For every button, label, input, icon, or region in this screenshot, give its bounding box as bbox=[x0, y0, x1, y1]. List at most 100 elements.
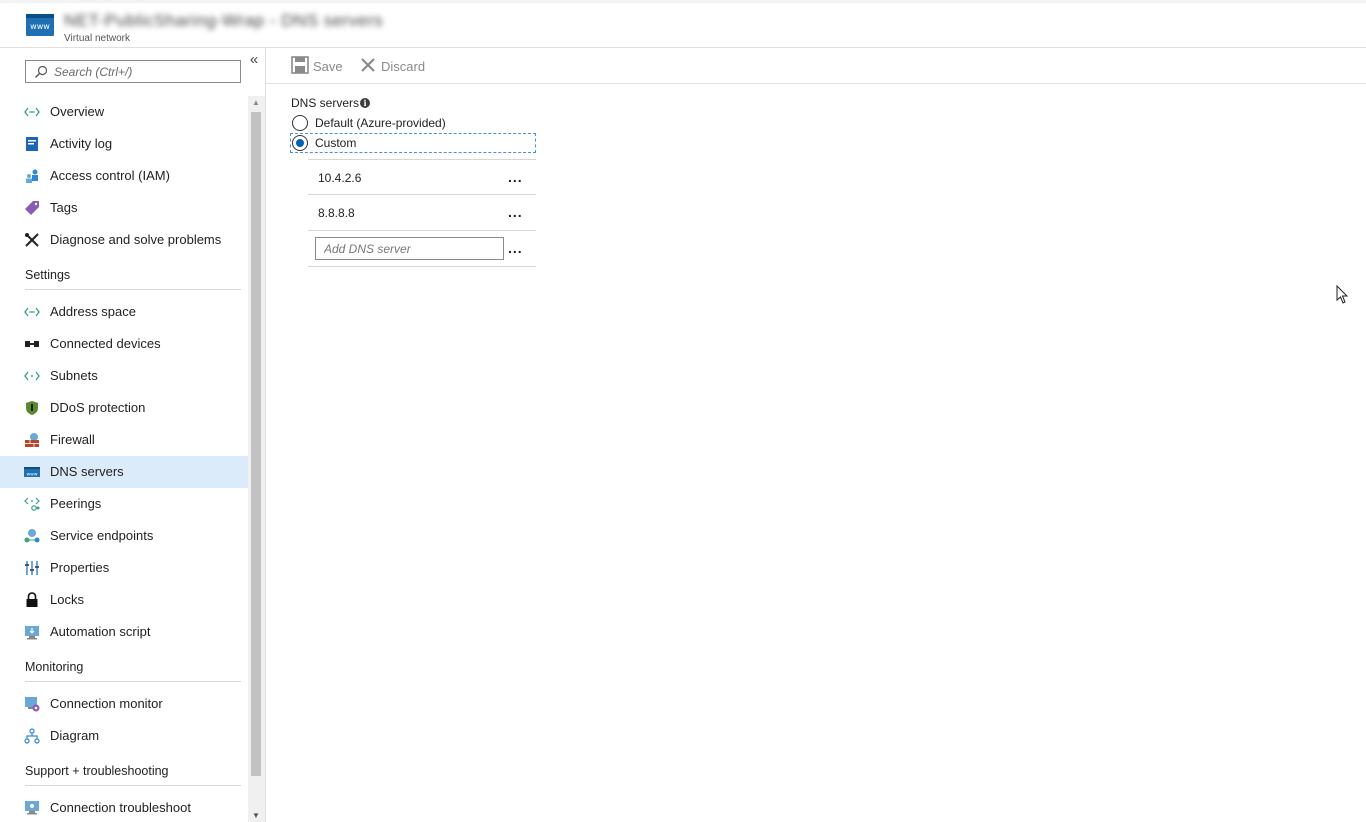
firewall-icon bbox=[25, 433, 39, 447]
discard-button[interactable]: Discard bbox=[359, 56, 425, 76]
sidebar-item-label: Diagram bbox=[50, 728, 100, 743]
section-header-settings: Settings bbox=[25, 266, 241, 290]
sidebar-item-tags[interactable]: Tags bbox=[0, 192, 248, 224]
search-icon bbox=[35, 65, 48, 78]
scroll-up-arrow-icon[interactable]: ▲ bbox=[252, 98, 260, 107]
more-options-button[interactable]: ... bbox=[508, 239, 526, 257]
sidebar-item-address-space[interactable]: Address space bbox=[0, 296, 248, 328]
section-header-label: Settings bbox=[25, 268, 71, 282]
save-icon bbox=[291, 56, 309, 74]
dns-server-list: 10.4.2.6 ... 8.8.8.8 ... ... bbox=[308, 159, 536, 267]
automation-script-icon bbox=[25, 626, 39, 640]
sidebar-item-diagnose[interactable]: Diagnose and solve problems bbox=[0, 224, 248, 256]
sidebar-item-locks[interactable]: Locks bbox=[0, 584, 248, 616]
blade-header: www NET-PublicSharing-Wrap - DNS servers… bbox=[0, 0, 1366, 48]
iam-icon bbox=[26, 169, 38, 183]
radio-circle[interactable] bbox=[292, 115, 308, 131]
menu-scrollbar[interactable]: ▲ ▼ bbox=[248, 96, 265, 822]
info-icon[interactable]: i bbox=[360, 98, 370, 108]
page-title: NET-PublicSharing-Wrap - DNS servers bbox=[64, 11, 384, 30]
diagram-icon bbox=[24, 728, 40, 744]
sidebar-item-label: Peerings bbox=[50, 496, 102, 511]
page-subtitle: Virtual network bbox=[64, 33, 130, 44]
sidebar-item-label: Service endpoints bbox=[50, 528, 154, 543]
subnets-icon bbox=[24, 371, 40, 381]
sidebar-item-label: Access control (IAM) bbox=[50, 168, 170, 183]
sidebar-item-connection-troubleshoot[interactable]: Connection troubleshoot bbox=[0, 792, 248, 822]
dns-server-value: 8.8.8.8 bbox=[318, 206, 355, 220]
peerings-icon bbox=[24, 497, 40, 511]
sidebar-item-service-endpoints[interactable]: Service endpoints bbox=[0, 520, 248, 552]
section-header-label: Support + troubleshooting bbox=[25, 764, 169, 778]
more-options-button[interactable]: ... bbox=[508, 168, 526, 186]
sidebar-item-ddos[interactable]: DDoS protection bbox=[0, 392, 248, 424]
sidebar-item-firewall[interactable]: Firewall bbox=[0, 424, 248, 456]
section-header-monitoring: Monitoring bbox=[25, 658, 241, 682]
lock-icon bbox=[26, 592, 38, 607]
sidebar-item-subnets[interactable]: Subnets bbox=[0, 360, 248, 392]
sidebar-item-label: Automation script bbox=[50, 624, 151, 639]
radio-default-azure[interactable]: Default (Azure-provided) bbox=[291, 114, 535, 132]
sidebar-item-overview[interactable]: Overview bbox=[0, 96, 248, 128]
shield-icon bbox=[26, 401, 38, 415]
tag-icon bbox=[25, 201, 39, 215]
dns-servers-pane: DNS servers i Default (Azure-provided) C… bbox=[266, 85, 1366, 822]
sidebar-item-label: Activity log bbox=[50, 136, 113, 151]
sidebar-item-label: Locks bbox=[50, 592, 84, 607]
radio-label: Custom bbox=[315, 136, 357, 150]
sidebar-item-label: Connection troubleshoot bbox=[50, 800, 191, 815]
section-header-label: Monitoring bbox=[25, 660, 84, 674]
dns-servers-label: DNS servers bbox=[291, 96, 360, 110]
sidebar-item-label: DNS servers bbox=[50, 464, 124, 479]
sidebar-item-label: Connection monitor bbox=[50, 696, 163, 711]
sidebar-item-properties[interactable]: Properties bbox=[0, 552, 248, 584]
section-header-support: Support + troubleshooting bbox=[25, 762, 241, 786]
save-label: Save bbox=[313, 59, 343, 74]
svg-text:www: www bbox=[26, 473, 37, 478]
service-endpoints-icon bbox=[24, 529, 40, 543]
search-box[interactable] bbox=[25, 60, 241, 83]
save-button[interactable]: Save bbox=[291, 56, 343, 76]
command-bar: Save Discard bbox=[266, 48, 1366, 84]
menu-list: Overview Activity log Access control (IA… bbox=[0, 96, 248, 822]
sidebar-item-peerings[interactable]: Peerings bbox=[0, 488, 248, 520]
virtual-network-icon-text: www bbox=[30, 22, 50, 31]
sidebar-item-label: Diagnose and solve problems bbox=[50, 232, 222, 247]
sidebar-item-label: DDoS protection bbox=[50, 400, 146, 415]
list-item: 10.4.2.6 ... bbox=[308, 159, 536, 195]
sidebar-item-label: Overview bbox=[50, 104, 105, 119]
sidebar-item-label: Connected devices bbox=[50, 336, 161, 351]
activity-log-icon bbox=[26, 137, 38, 151]
search-input[interactable] bbox=[54, 63, 236, 80]
sidebar-item-label: Address space bbox=[50, 304, 136, 319]
radio-circle-checked[interactable] bbox=[292, 135, 308, 151]
sidebar-item-diagram[interactable]: Diagram bbox=[0, 720, 248, 752]
overview-icon bbox=[24, 107, 40, 117]
sidebar-item-iam[interactable]: Access control (IAM) bbox=[0, 160, 248, 192]
sidebar-item-label: Firewall bbox=[50, 432, 95, 447]
sidebar-item-label: Properties bbox=[50, 560, 110, 575]
sidebar-item-activity-log[interactable]: Activity log bbox=[0, 128, 248, 160]
connection-troubleshoot-icon bbox=[25, 801, 39, 815]
collapse-menu-button[interactable]: « bbox=[246, 52, 262, 68]
sidebar-item-connection-monitor[interactable]: Connection monitor bbox=[0, 688, 248, 720]
discard-label: Discard bbox=[381, 59, 426, 74]
more-options-button[interactable]: ... bbox=[508, 203, 526, 221]
sidebar-item-connected-devices[interactable]: Connected devices bbox=[0, 328, 248, 360]
wrench-icon bbox=[25, 233, 39, 247]
address-space-icon bbox=[24, 307, 40, 317]
list-item: 8.8.8.8 ... bbox=[308, 195, 536, 231]
dns-server-value: 10.4.2.6 bbox=[318, 171, 362, 185]
radio-custom[interactable]: Custom bbox=[290, 133, 536, 153]
scroll-down-arrow-icon[interactable]: ▼ bbox=[252, 811, 260, 820]
sidebar-item-label: Tags bbox=[50, 200, 78, 215]
dns-icon: www bbox=[24, 467, 40, 478]
radio-label: Default (Azure-provided) bbox=[315, 116, 446, 130]
close-icon bbox=[361, 58, 375, 72]
properties-icon bbox=[25, 561, 39, 575]
add-dns-server-input[interactable] bbox=[315, 237, 504, 260]
sidebar-item-dns-servers[interactable]: www DNS servers bbox=[0, 456, 248, 488]
sidebar-item-label: Subnets bbox=[50, 368, 98, 383]
sidebar-item-automation-script[interactable]: Automation script bbox=[0, 616, 248, 648]
scroll-thumb[interactable] bbox=[251, 112, 261, 776]
